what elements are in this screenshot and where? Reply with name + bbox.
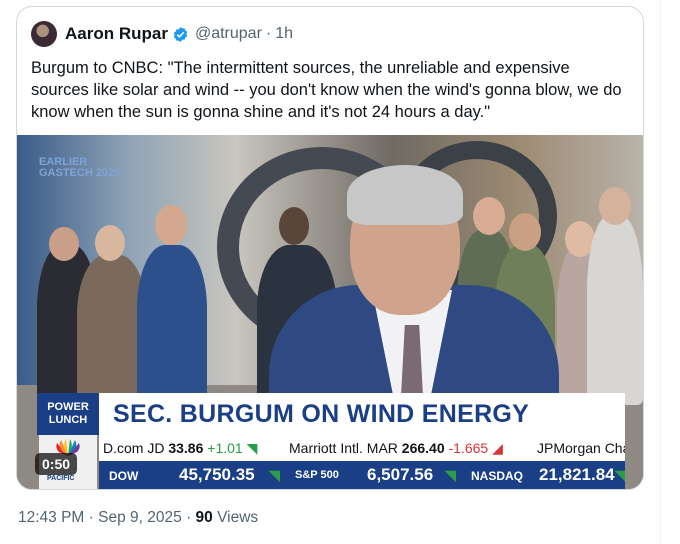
ticker-change: -1.665 (448, 440, 489, 456)
views-label: Views (217, 509, 259, 526)
chyron-headline: SEC. BURGUM ON WIND ENERGY (113, 400, 530, 428)
bystander-2-head (95, 225, 125, 261)
bystander-6-head (509, 213, 541, 251)
video-duration: 0:50 (35, 453, 78, 475)
ticker-mar: Marriott Intl. MAR 266.40 -1.665 ◢ (289, 440, 503, 457)
tweet-meta: 12:43 PM · Sep 9, 2025 · 90 Views (18, 509, 258, 527)
tweet-header: Aaron Rupar @atrupar · 1h (31, 21, 293, 47)
index-label: DOW (109, 469, 139, 483)
tweet-text: Burgum to CNBC: "The intermittent source… (31, 59, 622, 121)
ticker-jpm: JPMorgan Cha: (537, 440, 625, 456)
chyron: POWER LUNCH SEC. BURGUM ON WIND ENERGY D… (17, 393, 643, 489)
relative-time[interactable]: 1h (275, 25, 293, 43)
earlier-tag: EARLIER GASTECH 2025 (39, 157, 120, 179)
views-count[interactable]: 90 (196, 509, 213, 526)
timeline-divider (660, 0, 661, 544)
up-arrow-icon: ◥ (445, 467, 456, 483)
index-label: NASDAQ (471, 469, 524, 483)
speaker-hair (347, 165, 463, 225)
tweet-card[interactable]: Aaron Rupar @atrupar · 1h Burgum to CNBC… (16, 6, 644, 490)
separator-dot: · (265, 25, 272, 42)
up-arrow-icon: ◥ (246, 440, 258, 456)
show-label-line1: POWER (47, 401, 89, 413)
index-ticker: DOW 45,750.35 ◥ S&P 500 6,507.56 ◥ NASDA… (99, 461, 625, 489)
ticker-value: 266.40 (401, 440, 445, 456)
index-label: S&P 500 (295, 469, 339, 481)
index-value: 21,821.84 (539, 465, 615, 484)
bystander-3-head (155, 205, 187, 245)
bystander-3 (137, 245, 207, 405)
meta-separator: · (88, 509, 99, 526)
posted-date[interactable]: Sep 9, 2025 (98, 509, 182, 526)
index-value: 6,507.56 (367, 465, 434, 484)
show-label: POWER LUNCH (37, 393, 99, 435)
verified-badge-icon (173, 26, 188, 42)
ticker-change: +1.01 (207, 440, 243, 456)
bystander-4-head (279, 207, 309, 245)
bystander-1-head (49, 227, 79, 261)
show-label-line2: LUNCH (48, 414, 88, 426)
index-value: 45,750.35 (179, 465, 255, 484)
headline-bar: SEC. BURGUM ON WIND ENERGY (99, 393, 625, 435)
up-arrow-icon: ◥ (269, 467, 280, 483)
bystander-8-head (599, 187, 631, 225)
posted-time[interactable]: 12:43 PM (18, 509, 84, 526)
up-arrow-icon: ◥ (615, 467, 625, 483)
ticker-name: Marriott Intl. MAR (289, 440, 398, 456)
author-handle[interactable]: @atrupar (195, 25, 262, 43)
earlier-tag-line2: GASTECH 2025 (39, 167, 121, 179)
down-arrow-icon: ◢ (492, 440, 503, 456)
bystander-5-head (473, 197, 505, 235)
stock-ticker: D.com JD 33.86 +1.01 ◥ Marriott Intl. MA… (99, 435, 625, 461)
meta-separator: · (186, 509, 196, 526)
network-logo-text: PACIFIC (47, 475, 75, 482)
avatar[interactable] (31, 21, 57, 47)
ticker-jd: D.com JD 33.86 +1.01 ◥ (103, 440, 257, 457)
author-name[interactable]: Aaron Rupar (65, 24, 168, 44)
bystander-8 (587, 215, 643, 405)
ticker-value: 33.86 (168, 440, 204, 456)
video-player[interactable]: EARLIER GASTECH 2025 POWER LUNCH SEC. BU… (17, 135, 643, 489)
ticker-name: D.com JD (103, 440, 165, 456)
